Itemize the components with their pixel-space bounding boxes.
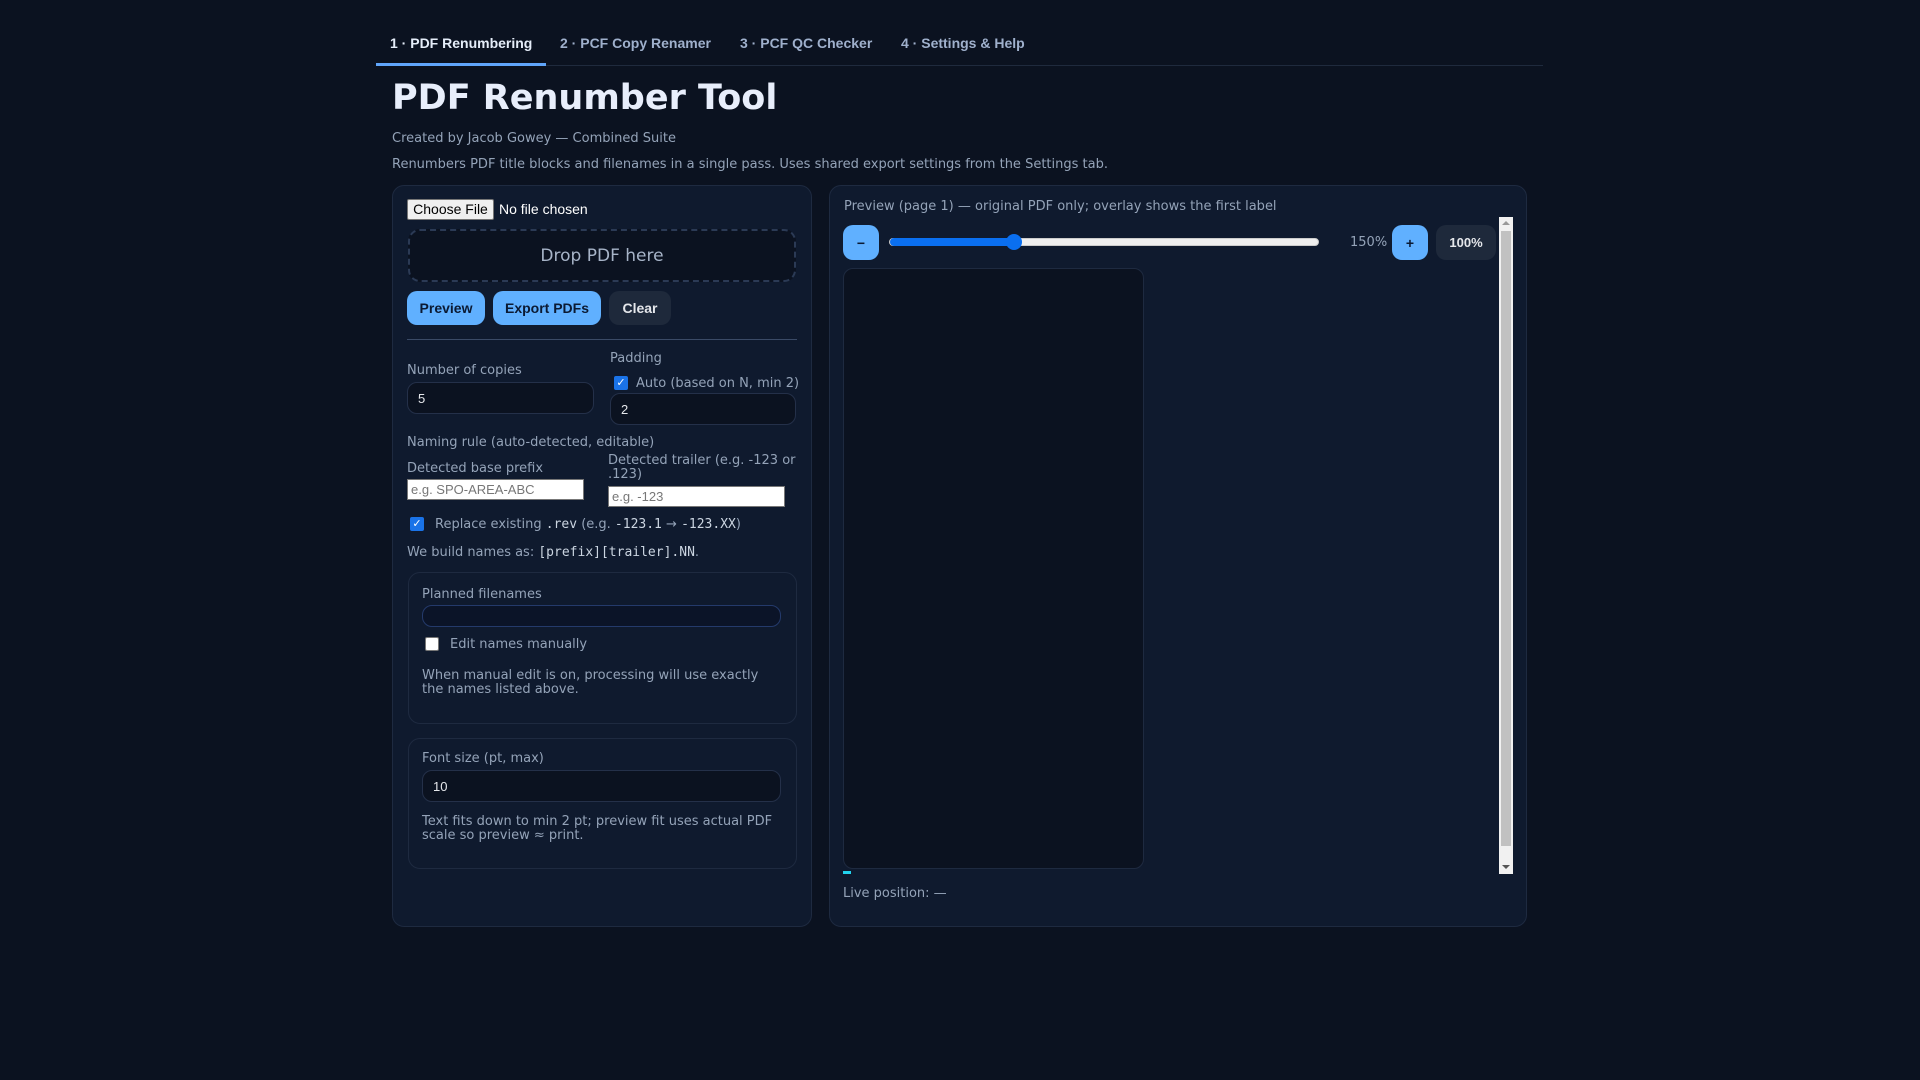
- replace-text: ): [735, 517, 741, 532]
- tab-pcf-copy-renamer[interactable]: 2 · PCF Copy Renamer: [546, 20, 725, 66]
- replace-rev-checkbox[interactable]: ✓: [410, 517, 424, 531]
- build-names-note: We build names as: [prefix][trailer].NN.: [407, 545, 699, 560]
- zoom-slider-fill: [890, 238, 1015, 246]
- build-text: We build names as:: [407, 545, 539, 560]
- prefix-input[interactable]: e.g. SPO-AREA-ABC: [407, 479, 584, 500]
- zoom-out-button[interactable]: −: [843, 225, 879, 260]
- preview-button[interactable]: Preview: [407, 291, 485, 325]
- build-text: .: [694, 545, 700, 560]
- live-position: Live position: —: [843, 886, 947, 901]
- dropzone-label: Drop PDF here: [540, 245, 664, 266]
- reset-zoom-button[interactable]: 100%: [1436, 225, 1496, 260]
- copies-label: Number of copies: [407, 363, 522, 378]
- clear-button[interactable]: Clear: [609, 291, 671, 325]
- planned-label: Planned filenames: [422, 587, 542, 602]
- font-size-input[interactable]: 10: [422, 770, 781, 802]
- tab-pcf-qc-checker[interactable]: 3 · PCF QC Checker: [726, 20, 886, 66]
- font-size-note: Text fits down to min 2 pt; preview fit …: [422, 814, 773, 843]
- arrow-icon: →: [661, 517, 682, 532]
- tab-settings-help[interactable]: 4 · Settings & Help: [887, 20, 1039, 66]
- build-pattern: [prefix][trailer].NN: [538, 545, 695, 560]
- tab-pdf-renumbering[interactable]: 1 · PDF Renumbering: [376, 20, 547, 66]
- zoom-value: 150%: [1350, 235, 1388, 250]
- naming-rule-heading: Naming rule (auto-detected, editable): [407, 435, 655, 450]
- preview-caption: Preview (page 1) — original PDF only; ov…: [844, 199, 1277, 214]
- tab-bar: 1 · PDF Renumbering 2 · PCF Copy Renamer…: [376, 20, 1543, 66]
- choose-file-button[interactable]: Choose File: [407, 199, 494, 220]
- pdf-dropzone[interactable]: Drop PDF here: [408, 229, 796, 282]
- replace-rev-label: Replace existing .rev (e.g. -123.1 → -12…: [435, 517, 741, 532]
- prefix-label: Detected base prefix: [407, 461, 544, 476]
- credit: Created by Jacob Gowey — Combined Suite: [392, 131, 676, 146]
- zoom-slider[interactable]: [889, 234, 1319, 250]
- file-status: No file chosen: [499, 201, 588, 217]
- trailer-label: Detected trailer (e.g. -123 or .123): [608, 453, 796, 482]
- zoom-in-button[interactable]: +: [1392, 225, 1428, 260]
- divider: [407, 339, 797, 340]
- padding-input[interactable]: 2: [610, 393, 796, 425]
- copies-input[interactable]: 5: [407, 382, 594, 414]
- edit-manually-checkbox[interactable]: [425, 637, 439, 651]
- trailer-input[interactable]: e.g. -123: [608, 486, 785, 507]
- font-size-label: Font size (pt, max): [422, 751, 544, 766]
- padding-auto-label: Auto (based on N, min 2): [636, 376, 800, 391]
- code-example-from: -123.1: [614, 517, 662, 532]
- page-title: PDF Renumber Tool: [392, 78, 778, 118]
- padding-auto-checkbox[interactable]: ✓: [614, 376, 628, 390]
- edit-manually-label: Edit names manually: [450, 637, 588, 652]
- replace-text: Replace existing: [435, 517, 546, 532]
- preview-scrollbar[interactable]: [1499, 217, 1513, 874]
- pdf-preview-canvas[interactable]: [843, 268, 1144, 869]
- manual-note: When manual edit is on, processing will …: [422, 668, 759, 697]
- code-example-to: -123.XX: [681, 517, 736, 532]
- export-pdfs-button[interactable]: Export PDFs: [493, 291, 601, 325]
- scroll-up-icon[interactable]: [1502, 221, 1510, 225]
- zoom-slider-thumb[interactable]: [1006, 234, 1023, 250]
- description: Renumbers PDF title blocks and filenames…: [392, 157, 1108, 172]
- code-rev: .rev: [545, 517, 578, 532]
- overlay-marker: [843, 871, 851, 874]
- scrollbar-thumb[interactable]: [1501, 231, 1511, 846]
- scroll-down-icon[interactable]: [1502, 865, 1510, 869]
- planned-filenames-list[interactable]: [422, 605, 781, 627]
- padding-label: Padding: [610, 351, 662, 366]
- replace-text: (e.g.: [577, 517, 615, 532]
